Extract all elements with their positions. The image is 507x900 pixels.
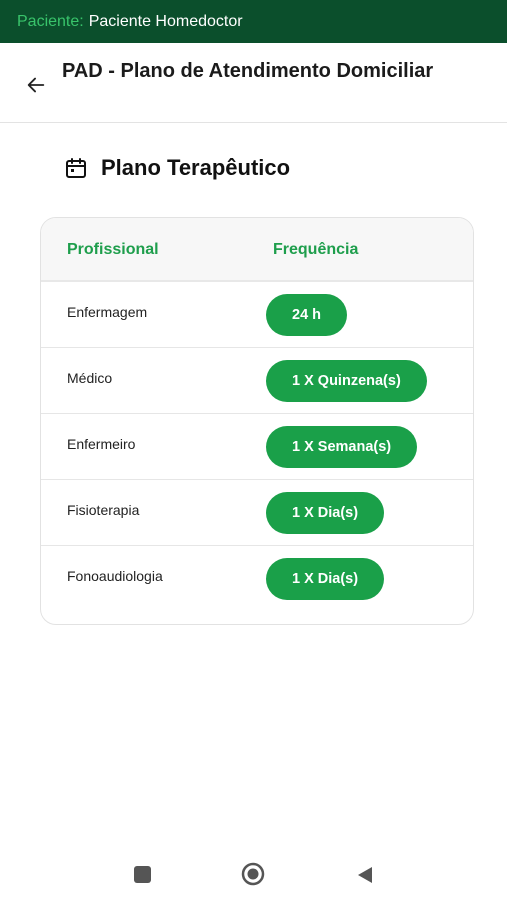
home-button[interactable] <box>241 862 265 886</box>
section-heading: Plano Terapêutico <box>64 153 290 183</box>
professional-cell: Enfermagem <box>67 304 148 320</box>
patient-label: Paciente: <box>17 12 84 30</box>
table-row: Enfermeiro 1 X Semana(s) <box>41 414 473 480</box>
professional-cell: Médico <box>67 370 113 386</box>
table-row: Médico 1 X Quinzena(s) <box>41 348 473 414</box>
therapy-plan-table: Profissional Frequência Enfermagem 24 h … <box>40 217 474 625</box>
calendar-icon <box>66 158 86 178</box>
professional-cell: Fonoaudiologia <box>67 568 163 584</box>
page-header: PAD - Plano de Atendimento Domiciliar <box>0 43 507 123</box>
arrow-left-icon <box>27 77 45 93</box>
frequency-badge: 1 X Quinzena(s) <box>266 360 427 402</box>
table-row: Fisioterapia 1 X Dia(s) <box>41 480 473 546</box>
column-header-frequency: Frequência <box>273 241 359 258</box>
back-button[interactable] <box>22 71 50 99</box>
table-header: Profissional Frequência <box>41 218 473 282</box>
section-title: Plano Terapêutico <box>101 155 291 180</box>
table-row: Enfermagem 24 h <box>41 282 473 348</box>
frequency-badge: 1 X Dia(s) <box>266 558 385 600</box>
patient-name: Paciente Homedoctor <box>88 12 243 30</box>
column-header-professional: Profissional <box>67 241 159 258</box>
frequency-badge: 1 X Dia(s) <box>266 492 385 534</box>
table-row: Fonoaudiologia 1 X Dia(s) <box>41 546 473 612</box>
system-back-button[interactable] <box>355 865 375 885</box>
professional-cell: Fisioterapia <box>67 502 140 518</box>
professional-cell: Enfermeiro <box>67 436 136 452</box>
recent-apps-button[interactable] <box>134 866 151 883</box>
status-bar: Paciente: Paciente Homedoctor <box>0 0 507 43</box>
frequency-badge: 1 X Semana(s) <box>266 426 418 468</box>
system-navigation-bar <box>0 850 507 900</box>
page-title: PAD - Plano de Atendimento Domiciliar <box>62 60 434 82</box>
frequency-badge: 24 h <box>266 294 348 336</box>
